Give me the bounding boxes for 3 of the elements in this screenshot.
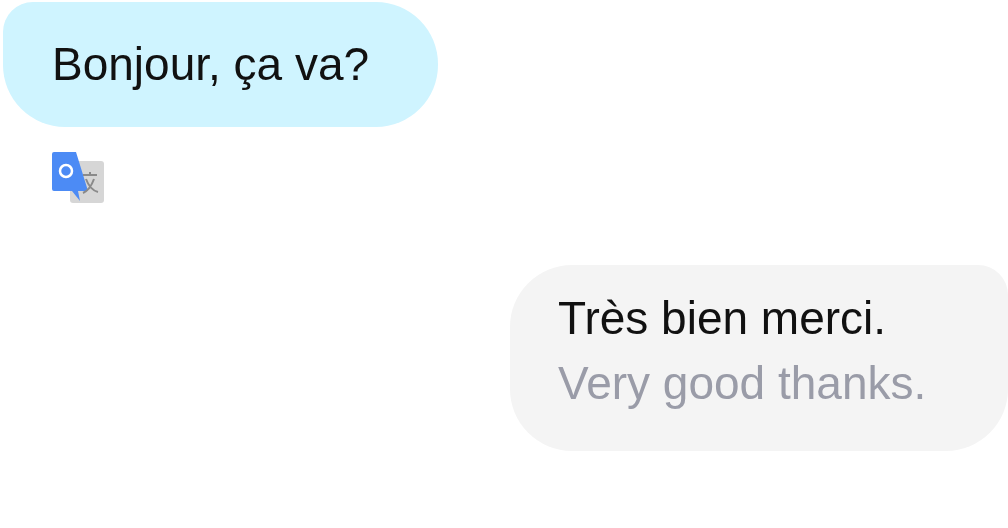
message-text: Très bien merci. [558, 293, 888, 344]
message-text: Bonjour, ça va? [52, 39, 371, 90]
translation-text: Very good thanks. [558, 357, 928, 409]
